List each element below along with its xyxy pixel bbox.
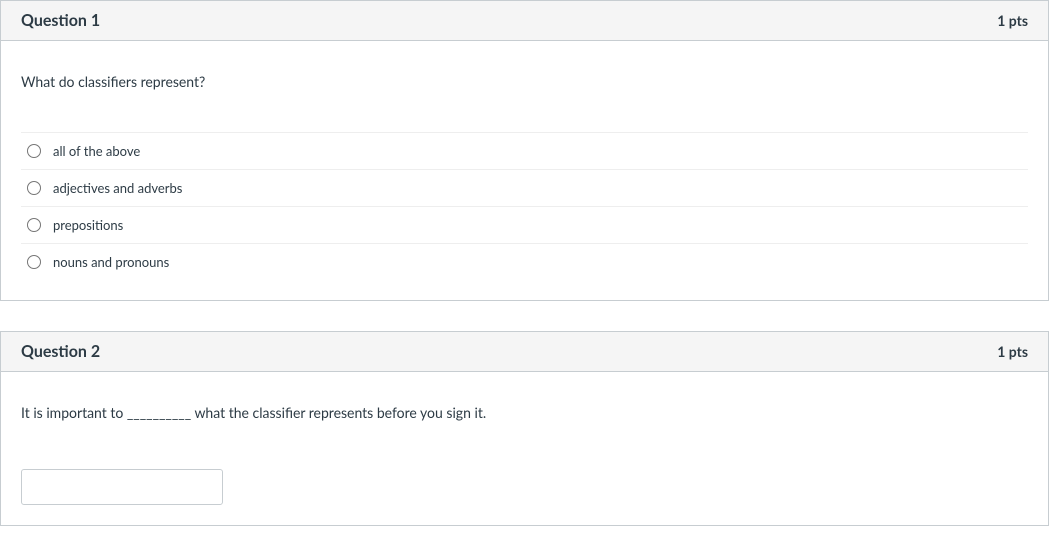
question-body: It is important to __________ what the c… xyxy=(1,372,1048,525)
question-header: Question 2 1 pts xyxy=(1,332,1048,372)
option-label: adjectives and adverbs xyxy=(53,180,182,196)
option-label: prepositions xyxy=(53,217,123,233)
option-row[interactable]: nouns and pronouns xyxy=(21,244,1028,280)
option-row[interactable]: all of the above xyxy=(21,133,1028,170)
option-radio[interactable] xyxy=(27,218,41,232)
option-radio[interactable] xyxy=(27,255,41,269)
question-body: What do classifiers represent? all of th… xyxy=(1,41,1048,300)
question-points: 1 pts xyxy=(997,12,1028,29)
quiz-container: Question 1 1 pts What do classifiers rep… xyxy=(0,0,1049,526)
option-label: nouns and pronouns xyxy=(53,254,169,270)
option-row[interactable]: adjectives and adverbs xyxy=(21,170,1028,207)
question-title: Question 1 xyxy=(21,11,100,30)
question-card: Question 1 1 pts What do classifiers rep… xyxy=(0,0,1049,301)
option-radio[interactable] xyxy=(27,144,41,158)
question-prompt: What do classifiers represent? xyxy=(21,61,1028,108)
option-label: all of the above xyxy=(53,143,140,159)
options-list: all of the above adjectives and adverbs … xyxy=(21,132,1028,280)
question-header: Question 1 1 pts xyxy=(1,1,1048,41)
question-prompt: It is important to __________ what the c… xyxy=(21,392,1028,439)
answer-input[interactable] xyxy=(21,469,223,505)
question-points: 1 pts xyxy=(997,343,1028,360)
option-row[interactable]: prepositions xyxy=(21,207,1028,244)
option-radio[interactable] xyxy=(27,181,41,195)
question-title: Question 2 xyxy=(21,342,100,361)
question-card: Question 2 1 pts It is important to ____… xyxy=(0,331,1049,526)
